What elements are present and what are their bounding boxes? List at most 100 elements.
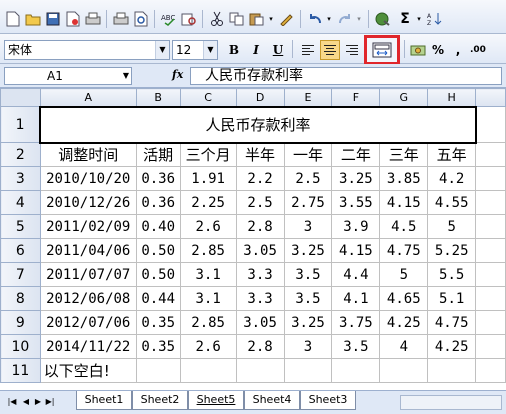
sheet-tab-active[interactable]: Sheet5: [188, 391, 244, 410]
rate-cell[interactable]: 3.05: [235, 310, 285, 335]
research-icon[interactable]: [180, 10, 198, 28]
underline-button[interactable]: U: [268, 40, 288, 60]
cell[interactable]: [475, 238, 506, 263]
sheet-tab[interactable]: Sheet4: [244, 391, 300, 410]
row-header[interactable]: 3: [0, 166, 41, 191]
rate-cell[interactable]: 3.25: [283, 310, 333, 335]
row-header[interactable]: 5: [0, 214, 41, 239]
cell[interactable]: [179, 358, 237, 383]
column-header[interactable]: E: [283, 88, 333, 107]
rate-cell[interactable]: 4: [379, 334, 429, 359]
row-header[interactable]: 11: [0, 358, 41, 383]
column-header[interactable]: [475, 88, 506, 107]
row-header[interactable]: 1: [0, 106, 41, 143]
formula-input[interactable]: 人民币存款利率: [190, 67, 502, 85]
date-cell[interactable]: 2011/04/06: [39, 238, 137, 263]
paste-icon[interactable]: [248, 10, 266, 28]
rate-cell[interactable]: 3.9: [331, 214, 381, 239]
rate-cell[interactable]: 0.40: [135, 214, 181, 239]
rate-cell[interactable]: 1.91: [179, 166, 237, 191]
rate-cell[interactable]: 2.6: [179, 214, 237, 239]
column-header[interactable]: F: [331, 88, 381, 107]
name-box[interactable]: A1 ▼: [4, 67, 132, 85]
header-cell[interactable]: 一年: [283, 142, 333, 167]
rate-cell[interactable]: 4.1: [331, 286, 381, 311]
rate-cell[interactable]: 4.75: [379, 238, 429, 263]
date-cell[interactable]: 2014/11/22: [39, 334, 137, 359]
cell[interactable]: [475, 262, 506, 287]
date-cell[interactable]: 2011/02/09: [39, 214, 137, 239]
prev-sheet-icon[interactable]: ◀: [20, 395, 32, 409]
rate-cell[interactable]: 0.36: [135, 190, 181, 215]
column-header[interactable]: A: [39, 88, 137, 107]
rate-cell[interactable]: 4.55: [427, 190, 477, 215]
rate-cell[interactable]: 5: [379, 262, 429, 287]
sheet-tab[interactable]: Sheet1: [76, 391, 132, 410]
cell[interactable]: [475, 358, 506, 383]
rate-cell[interactable]: 4.25: [379, 310, 429, 335]
row-header[interactable]: 10: [0, 334, 41, 359]
horizontal-scrollbar[interactable]: [400, 395, 502, 410]
copy-icon[interactable]: [228, 10, 246, 28]
sort-ascending-icon[interactable]: AZ: [426, 10, 444, 28]
sheet-tab[interactable]: Sheet3: [300, 391, 356, 410]
cell[interactable]: [475, 166, 506, 191]
align-center-button[interactable]: [320, 40, 340, 60]
cell[interactable]: [331, 358, 381, 383]
rate-cell[interactable]: 3.85: [379, 166, 429, 191]
chevron-down-icon[interactable]: ▼: [155, 41, 169, 59]
rate-cell[interactable]: 2.2: [235, 166, 285, 191]
column-header[interactable]: D: [235, 88, 285, 107]
rate-cell[interactable]: 0.50: [135, 238, 181, 263]
increase-decimal-button[interactable]: .00: [470, 40, 502, 60]
merge-and-center-button[interactable]: [364, 35, 400, 65]
rate-cell[interactable]: 0.44: [135, 286, 181, 311]
rate-cell[interactable]: 4.65: [379, 286, 429, 311]
rate-cell[interactable]: 3: [283, 214, 333, 239]
rate-cell[interactable]: 3.55: [331, 190, 381, 215]
cell[interactable]: [475, 310, 506, 335]
column-header[interactable]: B: [135, 88, 181, 107]
rate-cell[interactable]: 4.15: [379, 190, 429, 215]
row-header[interactable]: 4: [0, 190, 41, 215]
new-icon[interactable]: [4, 10, 22, 28]
bold-button[interactable]: B: [224, 40, 244, 60]
rate-cell[interactable]: 3.3: [235, 286, 285, 311]
print-preview-icon[interactable]: [112, 10, 130, 28]
first-sheet-icon[interactable]: |◀: [6, 395, 18, 409]
cell[interactable]: [283, 358, 333, 383]
rate-cell[interactable]: 2.85: [179, 310, 237, 335]
rate-cell[interactable]: 0.35: [135, 334, 181, 359]
rate-cell[interactable]: 3.5: [331, 334, 381, 359]
row-header[interactable]: 8: [0, 286, 41, 311]
date-cell[interactable]: 2012/07/06: [39, 310, 137, 335]
cell[interactable]: [475, 190, 506, 215]
align-left-button[interactable]: [298, 40, 318, 60]
rate-cell[interactable]: 3.75: [331, 310, 381, 335]
date-cell[interactable]: 2011/07/07: [39, 262, 137, 287]
sheet-title-cell[interactable]: 人民币存款利率: [39, 105, 477, 144]
rate-cell[interactable]: 0.50: [135, 262, 181, 287]
header-cell[interactable]: 五年: [427, 142, 477, 167]
rate-cell[interactable]: 0.35: [135, 310, 181, 335]
header-cell[interactable]: 三年: [379, 142, 429, 167]
rate-cell[interactable]: 3: [283, 334, 333, 359]
row-header[interactable]: 9: [0, 310, 41, 335]
cut-icon[interactable]: [208, 10, 226, 28]
header-cell[interactable]: 二年: [331, 142, 381, 167]
print-preview-icon[interactable]: [132, 10, 150, 28]
header-cell[interactable]: 三个月: [179, 142, 237, 167]
last-sheet-icon[interactable]: ▶|: [44, 395, 56, 409]
cell[interactable]: [379, 358, 429, 383]
cell[interactable]: [135, 358, 181, 383]
redo-icon[interactable]: [336, 10, 354, 28]
header-cell[interactable]: 调整时间: [39, 142, 137, 167]
rate-cell[interactable]: 3.25: [331, 166, 381, 191]
cell[interactable]: [475, 286, 506, 311]
currency-button[interactable]: [408, 40, 428, 60]
font-size-select[interactable]: 12 ▼: [172, 40, 218, 60]
header-cell[interactable]: 活期: [135, 142, 181, 167]
date-cell[interactable]: 2010/10/20: [39, 166, 137, 191]
rate-cell[interactable]: 5.25: [427, 238, 477, 263]
rate-cell[interactable]: 3.1: [179, 286, 237, 311]
